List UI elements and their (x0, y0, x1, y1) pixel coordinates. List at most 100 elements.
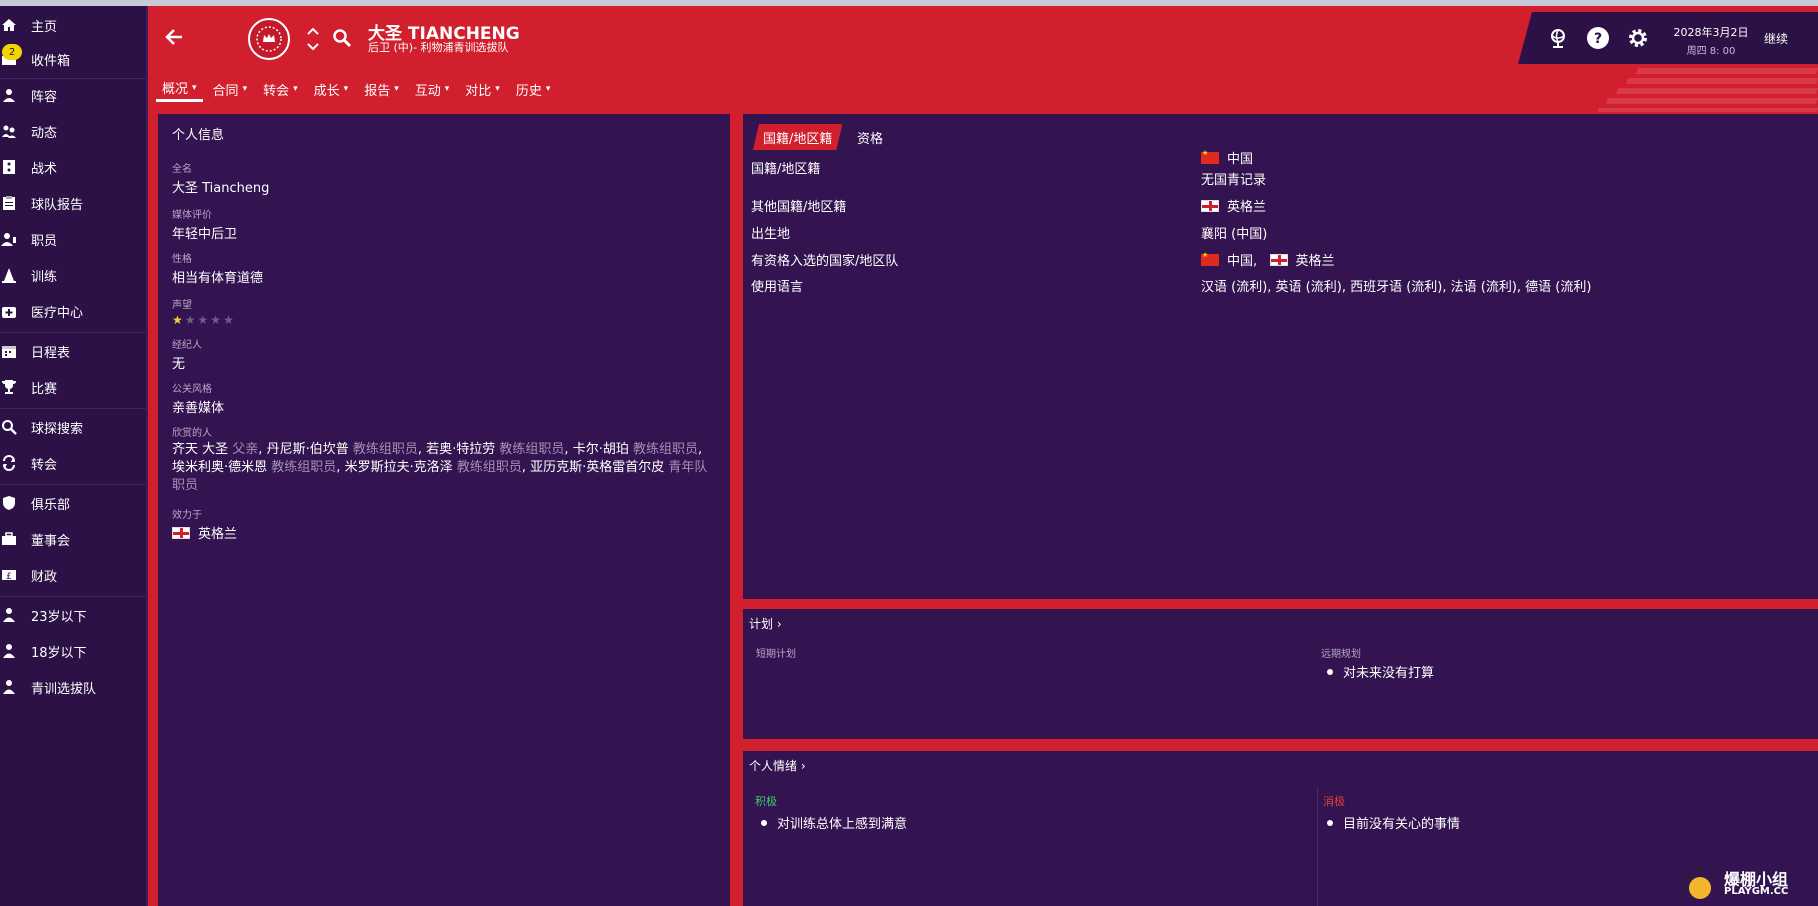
sidebar-item-competitions[interactable]: 比赛 (0, 374, 146, 400)
reputation-stars: ★ ★ ★ ★ ★ (172, 313, 236, 328)
sidebar-item-club[interactable]: 俱乐部 (0, 490, 146, 516)
sidebar-item-label: 俱乐部 (31, 497, 71, 513)
sidebar-item-transfers[interactable]: 转会 (0, 450, 146, 476)
player-position-club[interactable]: 后卫 (中)- 利物浦青训选拔队 (368, 39, 509, 55)
favoured-person[interactable]: 米罗斯拉夫·克洛泽 (345, 460, 453, 475)
favoured-person[interactable]: 若奥·特拉劳 (426, 442, 495, 457)
tab-overview[interactable]: 概况 ▾ (156, 76, 203, 102)
back-arrow-icon[interactable] (162, 24, 188, 50)
tab-eligibility[interactable]: 资格 (847, 124, 893, 150)
chevron-down-icon: ▾ (495, 84, 500, 94)
sidebar-item-inbox[interactable]: 2 收件箱 (0, 44, 146, 72)
sidebar-item-home[interactable]: 主页 (0, 12, 146, 38)
sidebar-item-team-report[interactable]: 球队报告 (0, 190, 146, 216)
sidebar-item-schedule[interactable]: 日程表 (0, 338, 146, 364)
sidebar-item-label: 训练 (31, 269, 58, 285)
long-term-item: 对未来没有打算 (1327, 662, 1434, 681)
tab-label: 互动 (414, 83, 441, 99)
tab-history[interactable]: 历史 ▾ (510, 76, 557, 102)
globe-icon[interactable] (1546, 26, 1570, 50)
tab-compare[interactable]: 对比 ▾ (459, 76, 506, 102)
scout-search-icon (0, 418, 18, 436)
crest-emblem-icon (256, 26, 282, 52)
svg-text:£: £ (6, 572, 12, 582)
china-flag-icon (1201, 251, 1219, 266)
sidebar-item-training[interactable]: 训练 (0, 262, 146, 288)
tab-nationality[interactable]: 国籍/地区籍 (753, 124, 842, 150)
sidebar-item-u23[interactable]: 23岁以下 (0, 602, 146, 628)
tab-reports[interactable]: 报告 ▾ (358, 76, 405, 102)
favoured-person[interactable]: 齐天 大圣 (172, 442, 228, 457)
chevron-down-icon: ▾ (545, 84, 551, 94)
sidebar-item-medical[interactable]: 医疗中心 (0, 298, 146, 324)
sidebar-divider (0, 596, 146, 597)
tab-label: 报告 (364, 83, 391, 99)
sidebar-item-label: 动态 (31, 125, 58, 141)
favoured-role: 教练组职员 (499, 442, 565, 457)
sidebar-item-finances[interactable]: £ 财政 (0, 562, 146, 588)
eligible-team[interactable]: 英格兰 (1296, 254, 1335, 269)
mood-title-link[interactable]: 个人情绪 › (749, 757, 806, 774)
sidebar-item-label: 23岁以下 (31, 609, 87, 625)
chevron-right-icon: › (797, 759, 806, 773)
field-value[interactable]: 英格兰 (172, 523, 237, 542)
favoured-person[interactable]: 卡尔·胡珀 (573, 442, 629, 457)
tab-interaction[interactable]: 互动 ▾ (409, 76, 456, 102)
nationality-value[interactable]: 中国 (1201, 148, 1253, 167)
long-term-label: 远期规划 (1321, 649, 1361, 660)
field-value: 无 (172, 357, 186, 372)
star-empty-icon: ★ (184, 313, 196, 327)
chevron-down-icon: ▾ (242, 84, 248, 94)
reputation-field: 声望 ★ ★ ★ ★ ★ (172, 296, 236, 328)
tab-contract[interactable]: 合同 ▾ (207, 76, 254, 102)
eligible-team[interactable]: 中国, (1227, 254, 1257, 269)
u23-icon (0, 606, 18, 624)
bullet-icon (1327, 820, 1333, 826)
languages-label: 使用语言 (751, 280, 804, 295)
staff-icon (0, 230, 18, 248)
svg-text:?: ? (1594, 31, 1602, 47)
sidebar-item-squad[interactable]: 阵容 (0, 82, 146, 108)
other-nationality-value[interactable]: 英格兰 (1201, 196, 1266, 215)
continue-button[interactable]: 继续 (1764, 30, 1788, 47)
sidebar-item-youth-intake[interactable]: 青训选拔队 (0, 674, 146, 700)
sidebar-item-board[interactable]: 董事会 (0, 526, 146, 552)
personality-field: 性格 相当有体育道德 (172, 250, 263, 286)
youth-caps-note: 无国青记录 (1201, 173, 1267, 188)
chevron-right-icon: › (773, 617, 782, 631)
tab-transfer[interactable]: 转会 ▾ (257, 76, 304, 102)
sidebar-item-label: 收件箱 (31, 53, 71, 69)
plans-title-link[interactable]: 计划 › (749, 615, 782, 632)
personal-info-panel: 个人信息 全名 大圣 Tiancheng 媒体评价 年轻中后卫 性格 相当有体育… (158, 114, 730, 906)
sidebar-item-staff[interactable]: 职员 (0, 226, 146, 252)
sidebar-item-scouting[interactable]: 球探搜索 (0, 414, 146, 440)
favoured-role: 父亲 (232, 442, 259, 457)
positive-item: 对训练总体上感到满意 (761, 813, 907, 832)
nationality-panel: 国籍/地区籍 资格 国籍/地区籍 中国 无国青记录 其他国籍/地区籍 英格兰 出… (743, 114, 1818, 599)
u18-icon (0, 642, 18, 660)
squad-icon (0, 86, 18, 104)
star-empty-icon: ★ (197, 313, 209, 327)
sidebar-item-label: 日程表 (31, 345, 71, 361)
gear-icon[interactable] (1626, 26, 1650, 50)
sun-logo-icon (1682, 866, 1715, 899)
other-nationality-label: 其他国籍/地区籍 (751, 200, 847, 215)
tab-label: 合同 (212, 83, 239, 99)
favoured-person[interactable]: 埃米利奥·德米恩 (172, 460, 267, 475)
sidebar-item-tactics[interactable]: 战术 (0, 154, 146, 180)
tab-development[interactable]: 成长 ▾ (308, 76, 355, 102)
favoured-person[interactable]: 亚历克斯·英格雷首尔皮 (530, 460, 664, 475)
favoured-person[interactable]: 丹尼斯·伯坎普 (267, 442, 349, 457)
plays-for-field: 效力于 英格兰 (172, 506, 237, 542)
pr-style-field: 公关风格 亲善媒体 (172, 380, 224, 416)
search-icon[interactable] (332, 28, 352, 48)
england-flag-icon (1269, 254, 1288, 266)
sidebar-item-dynamics[interactable]: 动态 (0, 118, 146, 144)
birthplace-value[interactable]: 襄阳 (中国) (1201, 223, 1267, 242)
plays-for-value: 英格兰 (198, 527, 238, 542)
field-value: 年轻中后卫 (172, 227, 238, 242)
home-icon (0, 16, 18, 34)
sidebar-item-u18[interactable]: 18岁以下 (0, 638, 146, 664)
prev-next-player-arrows[interactable] (306, 24, 320, 54)
help-icon[interactable]: ? (1586, 26, 1610, 50)
